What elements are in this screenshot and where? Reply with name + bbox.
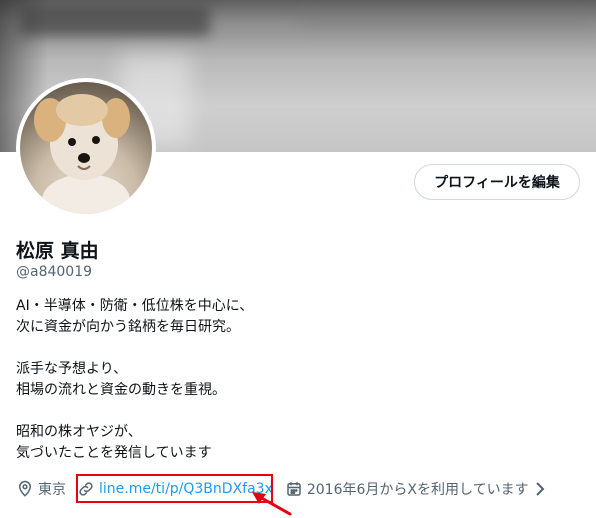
bio-line: 昭和の株オヤジが、	[16, 424, 142, 440]
user-handle: @a840019	[16, 264, 93, 280]
bio-line: 相場の流れと資金の動きを重視。	[16, 382, 226, 398]
bio-line: 気づいたことを発信しています	[16, 445, 212, 461]
profile-bio: AI・半導体・防衛・低位株を中心に、 次に資金が向かう銘柄を毎日研究。 派手な予…	[16, 296, 576, 464]
location-pin-icon	[16, 480, 34, 498]
avatar-photo-dog	[20, 82, 152, 214]
bio-line: AI・半導体・防衛・低位株を中心に、	[16, 298, 254, 314]
link-highlight-box	[76, 474, 273, 503]
avatar[interactable]	[16, 78, 156, 218]
bio-line	[16, 401, 576, 422]
bio-line: 派手な予想より、	[16, 361, 128, 377]
edit-profile-button[interactable]: プロフィールを編集	[414, 164, 580, 200]
location-text: 東京	[38, 482, 66, 498]
bio-line: 次に資金が向かう銘柄を毎日研究。	[16, 319, 240, 335]
red-arrow-icon	[252, 492, 292, 516]
join-date-text: 2016年6月からXを利用しています	[306, 482, 529, 498]
bio-line	[16, 338, 576, 359]
chevron-right-icon[interactable]	[535, 481, 545, 497]
display-name: 松原 真由	[16, 240, 99, 262]
profile-location: 東京	[16, 479, 66, 499]
profile-join-date[interactable]: 2016年6月からXを利用しています	[285, 479, 545, 499]
